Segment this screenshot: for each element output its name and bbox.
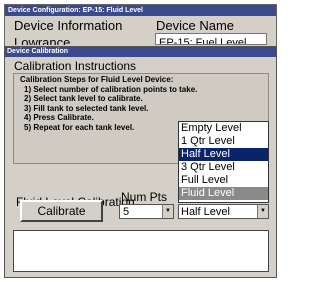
tank-level-value: Half Level (181, 206, 230, 218)
instruction-line: 5) Repeat for each tank level. (24, 122, 135, 132)
chevron-down-icon[interactable]: ▼ (257, 205, 268, 218)
instruction-line: 1) Select number of calibration points t… (24, 84, 198, 94)
calibrate-button[interactable]: Calibrate (20, 200, 103, 222)
status-box (13, 230, 269, 272)
num-pts-select[interactable]: 5 ▼ (119, 204, 174, 219)
manufacturer-value: Lowrance (14, 35, 71, 45)
device-name-field[interactable]: EP-15: Fuel Level (155, 33, 267, 45)
dialog-title-bar: Device Calibration (5, 47, 276, 57)
tank-level-select[interactable]: Half Level ▼ (178, 204, 269, 219)
tank-level-option[interactable]: 3 Qtr Level (179, 161, 268, 174)
tank-level-option[interactable]: Full Level (179, 174, 268, 187)
instructions-list: Calibration Steps for Fluid Level Device… (20, 75, 197, 132)
calibration-instructions-heading: Calibration Instructions (14, 59, 137, 73)
tank-level-option[interactable]: Fluid Level (179, 187, 268, 200)
manufacturer-field: Lowrance (14, 33, 134, 45)
tank-level-option[interactable]: 1 Qtr Level (179, 135, 268, 148)
device-name-value: EP-15: Fuel Level (159, 37, 247, 45)
tank-level-dropdown-list[interactable]: Empty Level 1 Qtr Level Half Level 3 Qtr Le… (178, 121, 269, 203)
instruction-line: 2) Select tank level to calibrate. (24, 94, 143, 103)
device-information-label: Device Information (14, 18, 123, 33)
device-name-label: Device Name (156, 18, 235, 33)
chevron-down-icon[interactable]: ▼ (162, 205, 173, 218)
tank-level-option[interactable]: Empty Level (179, 122, 268, 135)
num-pts-label: Num Pts (121, 190, 168, 204)
window-title-bar: Device Configuration: EP-15: Fluid Level (5, 5, 276, 16)
instruction-line: Calibration Steps for Fluid Level Device… (20, 75, 174, 84)
instruction-line: 4) Press Calibrate. (24, 113, 94, 122)
tank-level-option[interactable]: Half Level (179, 148, 268, 161)
num-pts-value: 5 (123, 206, 130, 218)
instruction-line: 3) Fill tank to selected tank level. (24, 103, 149, 113)
